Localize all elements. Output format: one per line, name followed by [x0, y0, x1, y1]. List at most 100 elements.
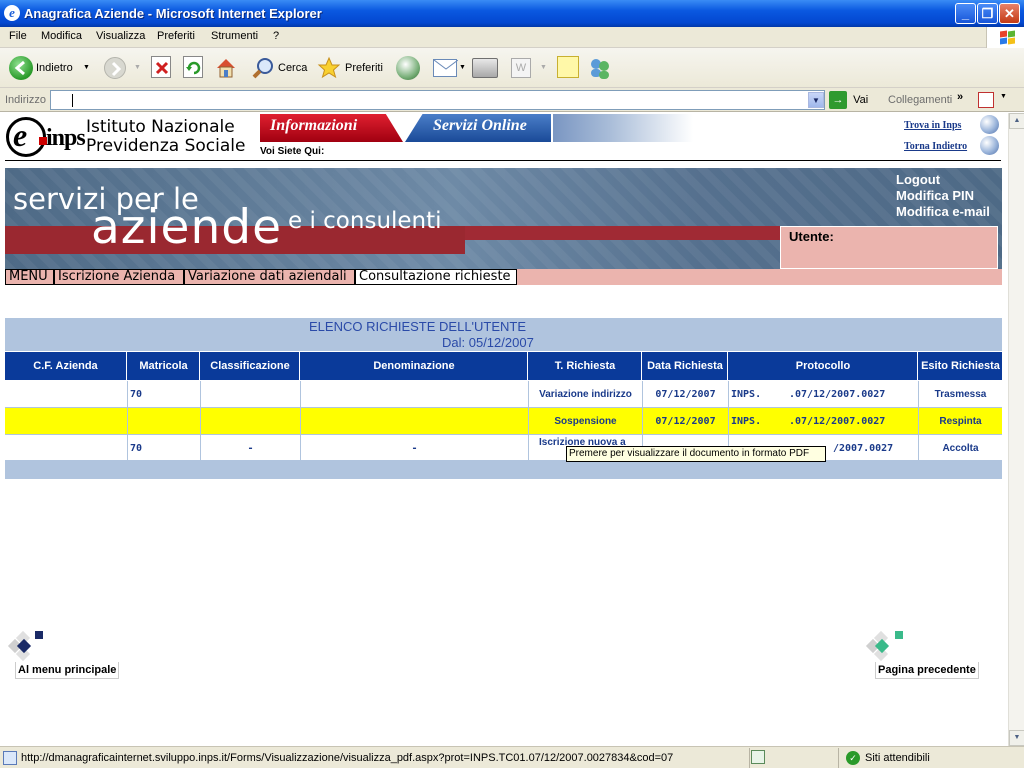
stop-icon[interactable] [151, 56, 171, 78]
tab-iscrizione-azienda[interactable]: Iscrizione Azienda [54, 269, 184, 285]
cell-data: 07/12/2007 [643, 408, 729, 435]
institute-line2: Previdenza Sociale [86, 136, 246, 156]
print-icon[interactable] [472, 58, 498, 78]
menu-help[interactable]: ? [273, 30, 279, 42]
edit-word-icon[interactable]: W [511, 58, 531, 78]
status-divider [838, 748, 839, 768]
menu-visualizza[interactable]: Visualizza [96, 30, 145, 42]
breadcrumb: Voi Siete Qui: [260, 146, 325, 157]
col-matricola: Matricola [128, 352, 200, 380]
refresh-icon[interactable] [183, 56, 203, 78]
cell-protocollo[interactable]: INPS. .07/12/2007.0027 [729, 408, 919, 435]
go-button[interactable]: → Vai [829, 91, 868, 109]
minimize-button[interactable]: _ [955, 3, 976, 24]
mail-icon[interactable] [433, 59, 459, 77]
menu-strumenti[interactable]: Strumenti [211, 30, 258, 42]
pdf-icon[interactable] [978, 92, 994, 108]
cell-classificazione [201, 408, 301, 435]
cell-protocollo[interactable]: INPS. .07/12/2007.0027 [729, 381, 919, 408]
edit-dropdown-icon[interactable]: ▼ [540, 54, 547, 82]
page-status-icon [3, 751, 17, 765]
col-tipo-richiesta: T. Richiesta [529, 352, 642, 380]
security-icon [751, 750, 765, 764]
inps-logo[interactable]: e inps [6, 117, 86, 159]
home-icon[interactable] [214, 56, 238, 80]
col-protocollo: Protocollo [729, 352, 918, 380]
table-header: C.F. Azienda Matricola Classificazione D… [5, 352, 1002, 380]
status-bar: http://dmanagraficainternet.sviluppo.inp… [0, 746, 1024, 768]
window-title: Anagrafica Aziende - Microsoft Internet … [24, 6, 322, 21]
torna-arrow-icon[interactable] [980, 136, 999, 155]
title-bar: e Anagrafica Aziende - Microsoft Interne… [0, 0, 1024, 27]
forward-icon[interactable] [104, 57, 126, 79]
history-icon[interactable] [396, 56, 420, 80]
trova-in-inps-link[interactable]: Trova in Inps [904, 120, 961, 131]
favorites-star-icon[interactable] [317, 56, 341, 80]
cell-classificazione: - [201, 435, 301, 462]
maximize-button[interactable]: ❐ [977, 3, 998, 24]
table-row[interactable]: 70 Variazione indirizzo 07/12/2007 INPS.… [5, 381, 1002, 408]
logo-e: e [13, 117, 27, 153]
caption-date: Dal: 05/12/2007 [442, 335, 534, 350]
menu-modifica[interactable]: Modifica [41, 30, 82, 42]
cell-matricola [128, 408, 201, 435]
col-esito-richiesta: Esito Richiesta [921, 360, 1000, 372]
back-button-label[interactable]: Indietro [36, 54, 73, 82]
chevron-right-icon[interactable]: » [957, 91, 963, 103]
cell-tipo-richiesta[interactable]: Variazione indirizzo [529, 381, 643, 408]
institute-name: Istituto Nazionale Previdenza Sociale [86, 118, 245, 156]
main-menu-nav[interactable]: Al menu principale [7, 630, 143, 679]
header-divider [5, 160, 1001, 161]
al-menu-principale-link[interactable]: Al menu principale [15, 662, 120, 679]
notes-icon[interactable] [557, 56, 579, 78]
browser-window: e Anagrafica Aziende - Microsoft Interne… [0, 0, 1024, 768]
header-photo [553, 114, 693, 142]
address-dropdown-icon[interactable]: ▼ [808, 92, 824, 108]
table-caption: ELENCO RICHIESTE DELL'UTENTE Dal: 05/12/… [5, 318, 1002, 351]
vertical-scrollbar[interactable]: ▲ ▼ [1008, 113, 1024, 746]
toolbar: Indietro ▼ ▼ Cerca Preferiti ▼ W ▼ [0, 48, 1024, 88]
status-url: http://dmanagraficainternet.sviluppo.inp… [21, 752, 674, 764]
favorites-button-label[interactable]: Preferiti [345, 54, 383, 82]
scroll-down-icon[interactable]: ▼ [1009, 730, 1024, 746]
search-button-label[interactable]: Cerca [278, 54, 307, 82]
menu-file[interactable]: File [9, 30, 27, 42]
tab-consultazione-richieste[interactable]: Consultazione richieste [355, 269, 517, 285]
torna-indietro-link[interactable]: Torna Indietro [904, 141, 967, 152]
search-icon[interactable] [251, 56, 275, 80]
tab-informazioni[interactable]: Informazioni [260, 114, 403, 142]
pdf-dropdown-icon[interactable]: ▼ [1000, 93, 1007, 100]
cell-cf [5, 381, 128, 408]
account-links: Logout Modifica PIN Modifica e-mail [896, 172, 990, 220]
zone-label: Siti attendibili [865, 752, 930, 764]
tab-servizi-online[interactable]: Servizi Online [405, 114, 551, 142]
previous-page-nav[interactable]: Pagina precedente [865, 630, 998, 679]
trova-arrow-icon[interactable] [980, 115, 999, 134]
utente-box: Utente: [780, 226, 998, 269]
services-banner: servizi per le aziende e i consulenti Lo… [5, 168, 1002, 269]
table-footer [5, 460, 1002, 479]
links-label[interactable]: Collegamenti [888, 94, 952, 106]
tab-variazione-dati[interactable]: Variazione dati aziendali [184, 269, 355, 285]
close-button[interactable]: ✕ [999, 3, 1020, 24]
logout-link[interactable]: Logout [896, 172, 990, 188]
modifica-pin-link[interactable]: Modifica PIN [896, 188, 990, 204]
modifica-email-link[interactable]: Modifica e-mail [896, 204, 990, 220]
mail-dropdown-icon[interactable]: ▼ [459, 54, 466, 82]
pagina-precedente-link[interactable]: Pagina precedente [875, 662, 979, 679]
back-dropdown-icon[interactable]: ▼ [83, 54, 90, 82]
tab-menu[interactable]: MENU [5, 269, 54, 285]
scroll-up-icon[interactable]: ▲ [1009, 113, 1024, 129]
table-row-highlighted[interactable]: Sospensione 07/12/2007 INPS. .07/12/2007… [5, 408, 1002, 435]
forward-dropdown-icon[interactable]: ▼ [134, 54, 141, 82]
cell-classificazione [201, 381, 301, 408]
address-input[interactable] [50, 90, 825, 110]
pdf-tooltip: Premere per visualizzare il documento in… [566, 446, 826, 462]
back-icon[interactable] [9, 56, 33, 80]
cell-denominazione [301, 408, 529, 435]
protocollo-number: .07/12/2007.0027 [789, 389, 886, 400]
cell-tipo-richiesta[interactable]: Sospensione [529, 408, 643, 435]
table-row[interactable]: 70 - - Iscrizione nuova a /2007.0027 Acc… [5, 435, 1002, 462]
menu-preferiti[interactable]: Preferiti [157, 30, 195, 42]
messenger-icon[interactable] [588, 56, 612, 80]
